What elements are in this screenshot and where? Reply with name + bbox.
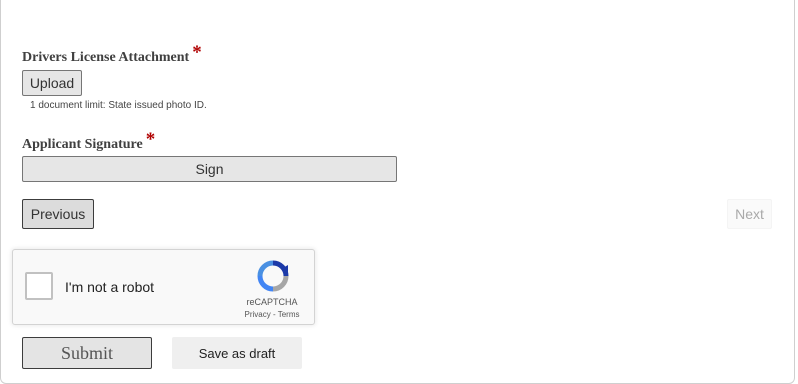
recaptcha-checkbox[interactable] (25, 272, 53, 300)
license-label-text: Drivers License Attachment (22, 50, 190, 65)
recaptcha-terms-link[interactable]: Terms (278, 310, 300, 319)
upload-hint: 1 document limit: State issued photo ID. (30, 100, 207, 111)
signature-field-label: Applicant Signature * (22, 129, 156, 154)
upload-button[interactable]: Upload (22, 70, 82, 96)
recaptcha-brand: reCAPTCHA (246, 297, 298, 307)
required-asterisk: * (192, 42, 202, 63)
sign-button[interactable]: Sign (22, 156, 397, 182)
recaptcha-link-separator: - (270, 310, 278, 319)
recaptcha-widget: I'm not a robot reCAPTCHA Privacy - Term… (12, 249, 315, 325)
recaptcha-logo-icon (257, 260, 289, 292)
required-asterisk: * (145, 129, 156, 150)
submit-button[interactable]: Submit (22, 337, 152, 369)
recaptcha-links: Privacy - Terms (239, 310, 305, 319)
previous-button[interactable]: Previous (22, 199, 94, 229)
next-button[interactable]: Next (727, 199, 772, 229)
signature-label-text: Applicant Signature (22, 137, 143, 152)
save-draft-button[interactable]: Save as draft (172, 337, 302, 369)
recaptcha-label: I'm not a robot (65, 279, 155, 295)
license-field-label: Drivers License Attachment * (22, 42, 202, 67)
recaptcha-privacy-link[interactable]: Privacy (245, 310, 271, 319)
